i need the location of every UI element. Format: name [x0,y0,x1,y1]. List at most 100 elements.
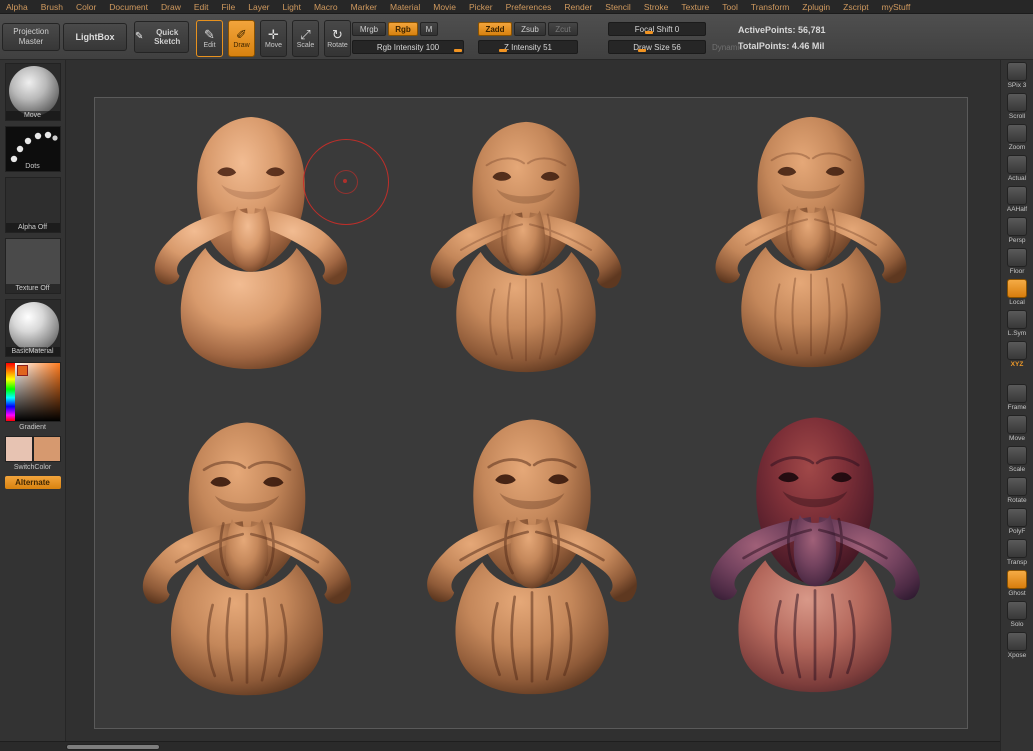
right-shelf-button[interactable]: Ghost [1007,570,1027,597]
aahalf-icon [1006,186,1027,205]
lightbox-button[interactable]: LightBox [63,23,127,51]
current-tool-label: Move [5,111,60,120]
viewport-canvas[interactable] [66,60,1000,741]
zadd-button[interactable]: Zadd [478,22,512,36]
right-shelf-button[interactable]: Local [1007,279,1027,306]
menu-item[interactable]: Stencil [605,2,631,12]
menu-item[interactable]: Texture [681,2,709,12]
right-shelf-button[interactable]: Floor [1007,248,1027,275]
menu-item[interactable]: File [222,2,236,12]
right-shelf-button[interactable]: AAHalf [1007,186,1027,213]
color-picker[interactable] [4,362,61,422]
texture-picker[interactable]: Texture Off [4,238,61,294]
menu-item[interactable]: Movie [433,2,456,12]
menu-item[interactable]: Macro [314,2,338,12]
menu-item[interactable]: Brush [41,2,63,12]
menu-item[interactable]: myStuff [882,2,911,12]
material-sphere-icon [8,302,59,352]
mrgb-button[interactable]: Mrgb [352,22,386,36]
rotate-mode-button[interactable]: ↻ Rotate [324,20,351,57]
right-shelf-button-label: Frame [1007,404,1027,411]
z-intensity-slider[interactable]: Z Intensity 51 [478,40,578,54]
menu-item[interactable]: Light [283,2,301,12]
right-shelf-button[interactable]: Solo [1007,601,1027,628]
hue-strip[interactable] [5,363,15,421]
m-button[interactable]: M [420,22,438,36]
bottom-scroll-thumb[interactable] [66,744,160,750]
polyf-icon [1007,508,1027,527]
top-toolbar: Projection Master LightBox ✎ Quick Sketc… [0,14,1033,60]
quick-sketch-button[interactable]: ✎ Quick Sketch [134,21,189,53]
rgb-intensity-slider[interactable]: Rgb Intensity 100 [352,40,464,54]
sculpt-head-4[interactable] [116,416,378,706]
gradient-label[interactable]: Gradient [19,424,46,431]
slider-marker[interactable] [645,31,654,34]
sculpt-head-6-painted[interactable] [689,411,941,703]
menu-item[interactable]: Material [390,2,420,12]
secondary-color-swatch[interactable] [32,436,61,462]
menu-item[interactable]: Tool [722,2,738,12]
menu-item[interactable]: Alpha [6,2,28,12]
right-shelf-button[interactable]: Scale [1007,446,1027,473]
ghost-icon [1007,570,1027,589]
main-color-swatch[interactable] [4,436,33,462]
zcut-button[interactable]: Zcut [548,22,578,36]
right-shelf-button[interactable]: L.Sym [1007,310,1027,337]
menu-item[interactable]: Transform [751,2,789,12]
right-shelf-button[interactable]: XYZ [1007,341,1027,368]
quick-sketch-label: Quick Sketch [154,27,181,46]
zbrush-window: Alpha Brush Color Document Draw Edit File Layer… [0,0,1033,751]
spix-icon [1007,62,1027,81]
sculpt-head-5[interactable] [401,413,663,705]
zoom-icon [1007,124,1027,143]
switch-color-label[interactable]: SwitchColor [14,464,51,471]
projection-master-button[interactable]: Projection Master [2,23,60,51]
menu-item[interactable]: Draw [161,2,181,12]
current-tool-preview[interactable]: Move [4,63,61,121]
menu-item[interactable]: Preferences [506,2,552,12]
menu-item[interactable]: Marker [351,2,377,12]
edit-mode-button[interactable]: ✎ Edit [196,20,223,57]
right-shelf-button[interactable]: Rotate [1007,477,1027,504]
sculpt-head-2[interactable] [406,116,646,382]
draw-size-slider[interactable]: Draw Size 56 [608,40,706,54]
zsub-button[interactable]: Zsub [514,22,546,36]
right-shelf-button[interactable]: Actual [1007,155,1027,182]
slider-marker[interactable] [454,49,463,52]
menu-item[interactable]: Edit [194,2,209,12]
right-shelf-button[interactable]: Scroll [1007,93,1027,120]
tentacle-center [506,210,546,276]
scale-icon: ⤢ [300,27,311,42]
menu-item[interactable]: Document [109,2,148,12]
menu-item[interactable]: Render [564,2,592,12]
menu-item[interactable]: Layer [248,2,269,12]
frame-icon [1007,384,1027,403]
right-shelf-button-label: Ghost [1008,590,1026,597]
menu-item[interactable]: Zscript [843,2,869,12]
document-area[interactable] [94,97,968,729]
rgb-button[interactable]: Rgb [388,22,418,36]
menu-item[interactable]: Color [76,2,96,12]
alternate-button[interactable]: Alternate [4,476,61,489]
right-shelf-button[interactable]: Xpose [1007,632,1027,659]
focal-shift-slider[interactable]: Focal Shift 0 [608,22,706,36]
scale-mode-button[interactable]: ⤢ Scale [292,20,319,57]
stroke-picker[interactable]: Dots [4,126,61,172]
slider-marker[interactable] [498,49,507,52]
right-shelf-button[interactable]: Persp [1007,217,1027,244]
material-picker[interactable]: BasicMaterial [4,299,61,357]
menu-item[interactable]: Zplugin [802,2,830,12]
menu-item[interactable]: Picker [469,2,493,12]
right-shelf-button[interactable]: PolyF [1007,508,1027,535]
right-shelf-button[interactable]: Zoom [1007,124,1027,151]
draw-mode-button[interactable]: ✐ Draw [228,20,255,57]
sculpt-head-3[interactable] [691,111,931,377]
right-shelf-button[interactable]: SPix 3 [1007,62,1027,89]
slider-marker[interactable] [637,49,646,52]
move-mode-button[interactable]: ✛ Move [260,20,287,57]
alpha-picker[interactable]: Alpha Off [4,177,61,233]
right-shelf-button[interactable]: Frame [1007,384,1027,411]
right-shelf-button[interactable]: Transp [1007,539,1027,566]
right-shelf-button[interactable]: Move [1007,415,1027,442]
menu-item[interactable]: Stroke [644,2,669,12]
